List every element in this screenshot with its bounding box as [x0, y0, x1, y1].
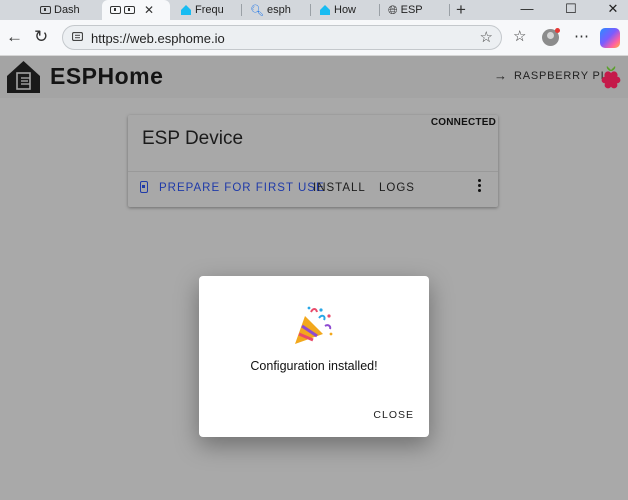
tab-label: ESP: [400, 4, 423, 16]
profile-notification-dot: [555, 28, 560, 33]
url-field[interactable]: https://web.esphome.io ☆: [62, 25, 502, 50]
device-card: CONNECTED ESP Device PREPARE FOR FIRST U…: [128, 115, 498, 207]
home-assistant-icon: [320, 5, 330, 15]
tab-frequently-asked[interactable]: Frequ: [172, 0, 240, 20]
raspberry-pi-label[interactable]: RASPBERRY PI: [514, 70, 605, 82]
home-assistant-icon: [181, 5, 191, 15]
tab-search[interactable]: 🔍︎ esph: [242, 0, 310, 20]
install-button[interactable]: INSTALL: [313, 182, 366, 194]
card-divider: [128, 171, 498, 172]
tab-label: How: [334, 4, 357, 16]
device-name: ESP Device: [142, 128, 244, 149]
tab-esp[interactable]: 🌐︎ ESP: [380, 0, 448, 20]
prepare-first-use-button[interactable]: PREPARE FOR FIRST USE: [159, 182, 325, 194]
install-success-dialog: Configuration installed! CLOSE: [199, 276, 429, 437]
dashboard-icon: [110, 6, 121, 14]
app-title: ESPHome: [50, 63, 164, 89]
tab-label: Frequ: [195, 4, 224, 16]
new-tab-button[interactable]: +: [456, 0, 466, 20]
party-popper-icon: [295, 306, 333, 344]
tab-label: esph: [266, 4, 291, 16]
site-info-icon[interactable]: [72, 32, 83, 41]
window-close-button[interactable]: ✕: [598, 0, 628, 20]
status-badge: CONNECTED: [430, 117, 496, 128]
refresh-icon[interactable]: ↻: [34, 27, 48, 47]
logs-button[interactable]: LOGS: [379, 182, 415, 194]
esphome-logo-icon: [7, 61, 40, 93]
copilot-icon[interactable]: [600, 28, 620, 48]
arrow-right-icon[interactable]: →: [494, 68, 507, 83]
tab-how[interactable]: How: [311, 0, 379, 20]
close-tab-icon[interactable]: ✕: [144, 3, 154, 17]
maximize-button[interactable]: ☐: [556, 0, 586, 20]
browser-tab-strip: Dash ✕ Frequ 🔍︎ esph How 🌐︎ ESP + — ☐ ✕: [0, 0, 628, 20]
favorite-star-icon[interactable]: ☆: [480, 28, 493, 46]
more-options-icon[interactable]: ⋯: [574, 27, 589, 47]
address-bar-row: ← ↻ https://web.esphome.io ☆ ☆ ⋯: [0, 20, 628, 56]
app-header: ESPHome → RASPBERRY PI: [0, 56, 628, 98]
globe-icon: 🌐︎: [388, 2, 398, 17]
minimize-button[interactable]: —: [512, 0, 542, 20]
tab-dashboard[interactable]: Dash: [32, 0, 102, 20]
favorites-icon[interactable]: ☆: [513, 27, 526, 47]
back-icon[interactable]: ←: [6, 27, 23, 47]
tab-label: Dash: [54, 4, 80, 16]
close-dialog-button[interactable]: CLOSE: [373, 409, 414, 421]
device-phone-icon: [140, 181, 148, 193]
url-text: https://web.esphome.io: [91, 31, 225, 46]
dashboard-icon: [124, 6, 135, 14]
more-vertical-icon[interactable]: [477, 179, 483, 197]
dashboard-icon: [40, 6, 51, 14]
dialog-message: Configuration installed!: [250, 359, 378, 373]
search-icon: 🔍︎: [250, 4, 264, 17]
raspberry-pi-icon: [601, 66, 621, 89]
tab-active[interactable]: ✕: [102, 0, 170, 20]
